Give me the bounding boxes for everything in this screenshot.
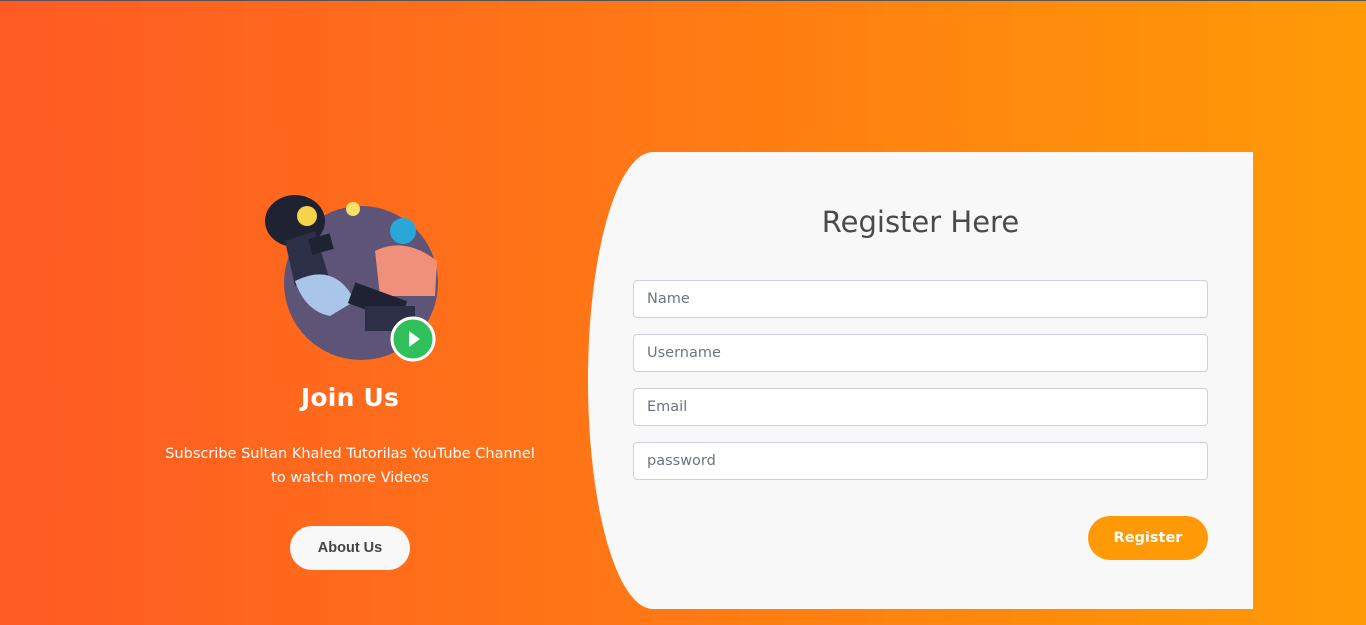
name-input[interactable]: Name [633, 280, 1208, 318]
register-button[interactable]: Register [1088, 516, 1208, 560]
join-panel: Join Us Subscribe Sultan Khaled Tutorila… [150, 191, 550, 570]
password-input[interactable]: password [633, 442, 1208, 480]
join-title: Join Us [300, 383, 400, 412]
username-input[interactable]: Username [633, 334, 1208, 372]
people-collaborating-illustration [255, 191, 445, 362]
join-subtitle: Subscribe Sultan Khaled Tutorilas YouTub… [165, 446, 535, 486]
form-title: Register Here [821, 205, 1020, 239]
about-us-button[interactable]: About Us [290, 526, 410, 570]
email-input[interactable]: Email [633, 388, 1208, 426]
play-icon[interactable] [390, 316, 436, 362]
register-card: Register Here Name Username Email passwo… [588, 152, 1253, 609]
